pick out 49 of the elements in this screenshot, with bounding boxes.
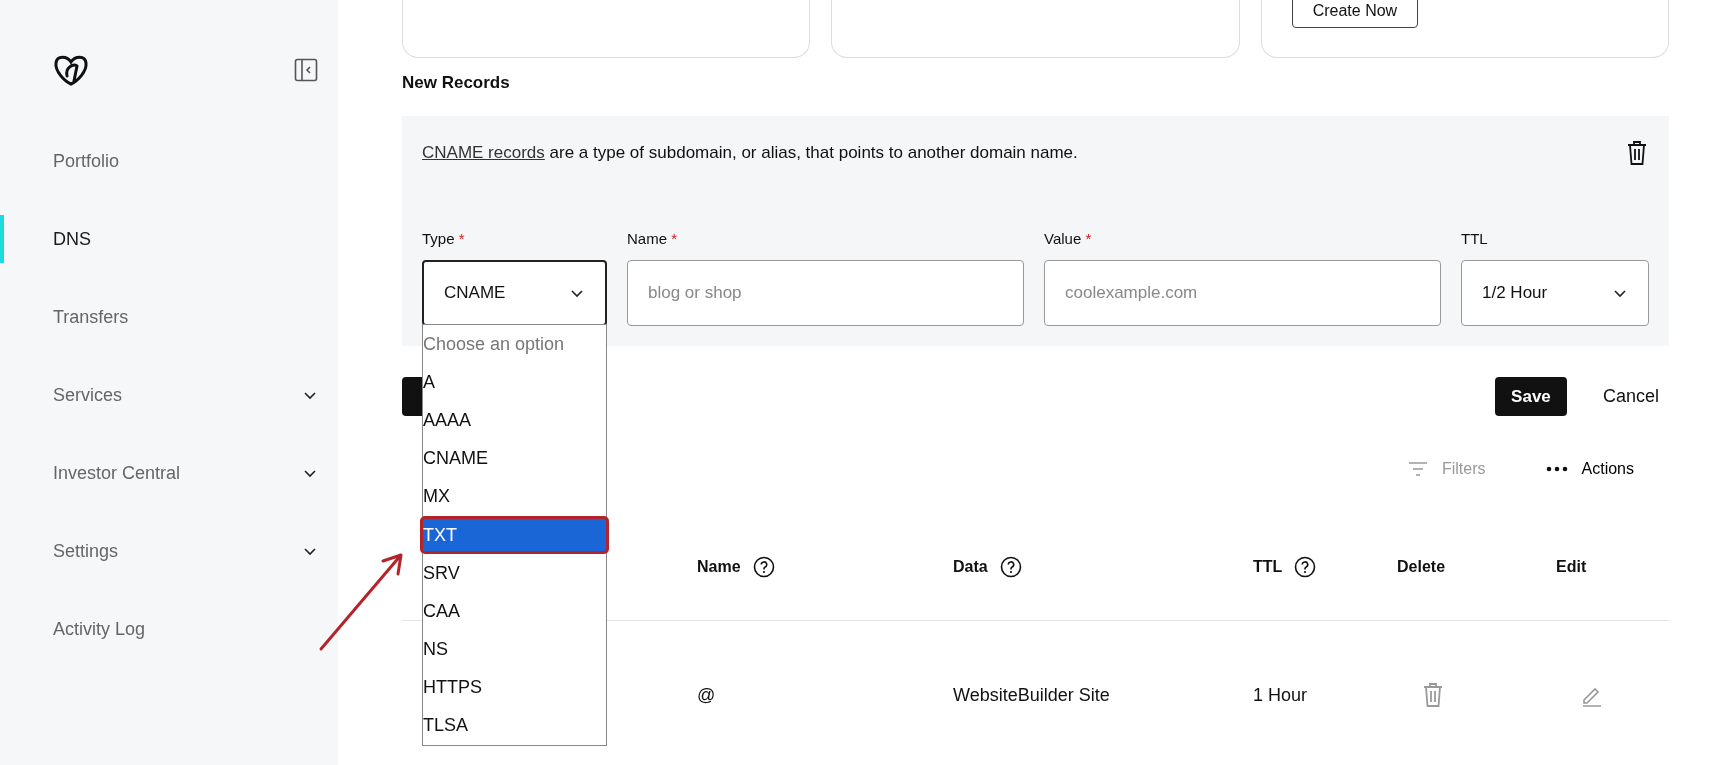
sidebar-item[interactable]: Portfolio (0, 122, 338, 200)
column-header: TTL (1253, 557, 1283, 576)
input-field[interactable]: blog or shop (627, 260, 1024, 326)
dropdown-option[interactable]: CNAME (423, 439, 606, 478)
table-cell-text: 1 Hour (1253, 684, 1309, 706)
link[interactable]: CNAME records (422, 143, 545, 162)
column-header: Edit (1556, 557, 1587, 576)
cancel-button[interactable]: Cancel (1602, 386, 1659, 407)
sidebar-item[interactable]: DNS (0, 200, 338, 278)
dropdown-option[interactable]: TLSA (423, 706, 606, 746)
field-label: Type * (422, 229, 466, 249)
column-header: Delete (1397, 557, 1446, 576)
dropdown-option[interactable]: HTTPS (423, 668, 606, 707)
help-icon[interactable] (999, 555, 1022, 578)
description-text: CNAME records are a type of subdomain, or alias, that points to another domain name. (422, 142, 1078, 164)
table-cell-text: @ (697, 684, 717, 706)
actions-button[interactable]: Actions (1545, 460, 1634, 478)
placeholder-option[interactable]: Choose an option (423, 325, 606, 364)
field-label: Name * (627, 229, 679, 249)
select-field[interactable]: 1/2 Hour (1461, 260, 1649, 326)
sidebar-item[interactable]: Activity Log (0, 590, 338, 668)
help-icon[interactable] (752, 555, 775, 578)
field-label: Value * (1044, 229, 1093, 249)
select-field[interactable]: CNAME (422, 260, 607, 326)
dropdown-option[interactable]: SRV (423, 554, 606, 593)
input-field[interactable]: coolexample.com (1044, 260, 1441, 326)
save-button[interactable]: Save (1494, 377, 1567, 416)
logo-icon[interactable] (53, 54, 89, 86)
dropdown-option[interactable]: AAAA (423, 401, 606, 440)
column-header: Name (697, 557, 741, 576)
create-now-button[interactable]: Create Now (1291, 0, 1419, 28)
more-icon (1545, 466, 1568, 472)
field-label: TTL (1461, 229, 1489, 249)
sidebar-collapse-icon[interactable] (294, 58, 318, 82)
dropdown-option[interactable]: CAA (423, 592, 606, 631)
dropdown-option[interactable]: A (423, 363, 606, 402)
sidebar-item[interactable]: Investor Central (0, 434, 338, 512)
sidebar-item[interactable]: Services (0, 356, 338, 434)
dropdown-option[interactable]: TXT (420, 515, 609, 555)
help-icon[interactable] (1294, 555, 1317, 578)
dropdown-option[interactable]: NS (423, 630, 606, 669)
filter-icon (1407, 461, 1428, 477)
section-title: New Records (402, 72, 511, 94)
delete-icon[interactable] (1625, 140, 1649, 166)
sidebar-item[interactable]: Settings (0, 512, 338, 590)
table-cell-text: WebsiteBuilder Site (953, 684, 1111, 706)
column-header: Data (953, 557, 988, 576)
dropdown-option[interactable]: MX (423, 477, 606, 516)
sidebar-item[interactable]: Transfers (0, 278, 338, 356)
